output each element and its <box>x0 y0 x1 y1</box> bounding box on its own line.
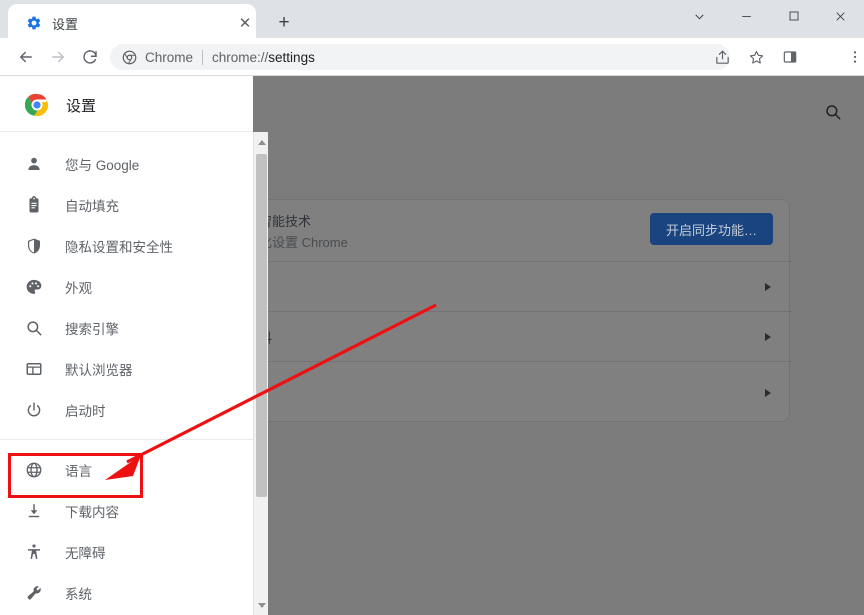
minimize-icon[interactable] <box>723 0 770 32</box>
sidebar-item-you-and-google[interactable]: 您与 Google <box>0 143 253 184</box>
sidebar-item-label: 启动时 <box>65 400 106 420</box>
sidebar-item-downloads[interactable]: 下载内容 <box>0 490 253 531</box>
page-title: 设置 <box>66 95 96 116</box>
omnibox-separator <box>202 50 203 65</box>
sidebar-item-label: 搜索引擎 <box>65 318 119 338</box>
search-icon[interactable] <box>822 101 844 123</box>
download-icon <box>24 501 44 521</box>
browser-window: 设置 ✕ + <box>0 0 864 615</box>
accessibility-icon <box>24 542 44 562</box>
sidebar-header: 设置 <box>0 76 253 132</box>
sidebar-item-autofill[interactable]: 自动填充 <box>0 184 253 225</box>
account-row[interactable]: 智能技术 化设置 Chrome 开启同步功能… <box>239 200 791 262</box>
table-row[interactable]: 料 <box>239 312 791 362</box>
table-row[interactable] <box>239 262 791 312</box>
turn-on-sync-button[interactable]: 开启同步功能… <box>650 213 773 245</box>
url-emphasis: settings <box>268 50 315 65</box>
sidebar-item-label: 外观 <box>65 277 92 297</box>
forward-button[interactable] <box>46 45 70 69</box>
sidebar-item-label: 下载内容 <box>65 501 119 521</box>
sidebar-scrollbar[interactable] <box>253 132 268 615</box>
tab-strip: 设置 ✕ + <box>0 0 864 38</box>
magnifier-icon <box>24 318 44 338</box>
wrench-icon <box>24 583 44 603</box>
sidebar-item-default-browser[interactable]: 默认浏览器 <box>0 348 253 389</box>
palette-icon <box>24 277 44 297</box>
settings-card: 智能技术 化设置 Chrome 开启同步功能… 料 <box>238 199 790 422</box>
chrome-icon <box>122 50 137 65</box>
sidebar-item-search-engine[interactable]: 搜索引擎 <box>0 307 253 348</box>
settings-sidebar: 设置 您与 Google <box>0 76 253 615</box>
sidebar-item-languages[interactable]: 语言 <box>0 449 253 490</box>
sidebar-item-label: 语言 <box>65 460 92 480</box>
sidebar-item-label: 隐私设置和安全性 <box>65 236 173 256</box>
bookmark-star-icon[interactable] <box>744 45 768 69</box>
table-row[interactable] <box>239 362 791 423</box>
reload-button[interactable] <box>78 45 102 69</box>
omnibox-brand: Chrome <box>145 50 193 65</box>
browser-tab-settings[interactable]: 设置 ✕ <box>8 4 256 38</box>
settings-page: 智能技术 化设置 Chrome 开启同步功能… 料 <box>0 76 864 615</box>
sidebar-item-appearance[interactable]: 外观 <box>0 266 253 307</box>
window-controls <box>676 0 864 32</box>
scroll-up-arrow-icon[interactable] <box>254 134 269 150</box>
close-window-icon[interactable] <box>817 0 864 32</box>
share-icon[interactable] <box>710 45 734 69</box>
sidebar-divider <box>0 439 253 440</box>
gear-icon <box>26 15 42 31</box>
sidebar-item-label: 您与 Google <box>65 154 139 174</box>
browser-toolbar: Chrome chrome://settings <box>0 38 864 76</box>
power-icon <box>24 400 44 420</box>
sidebar-item-accessibility[interactable]: 无障碍 <box>0 531 253 572</box>
clipboard-icon <box>24 195 44 215</box>
sidebar-list: 您与 Google 自动填充 <box>0 132 253 615</box>
sidebar-item-privacy-security[interactable]: 隐私设置和安全性 <box>0 225 253 266</box>
sidebar-item-system[interactable]: 系统 <box>0 572 253 613</box>
chevron-right-icon <box>765 333 771 341</box>
new-tab-button[interactable]: + <box>270 8 298 36</box>
chrome-logo <box>25 93 49 117</box>
side-panel-icon[interactable] <box>778 45 802 69</box>
address-bar[interactable]: Chrome chrome://settings <box>110 44 730 70</box>
sidebar-item-label: 无障碍 <box>65 542 106 562</box>
chevron-down-icon[interactable] <box>676 0 723 32</box>
scroll-down-arrow-icon[interactable] <box>254 597 269 613</box>
browser-menu-icon[interactable] <box>843 45 864 69</box>
scrollbar-thumb[interactable] <box>256 154 267 497</box>
tab-title: 设置 <box>52 14 78 33</box>
maximize-icon[interactable] <box>770 0 817 32</box>
account-line-2: 化设置 Chrome <box>259 232 348 251</box>
close-icon[interactable]: ✕ <box>236 14 254 32</box>
url-prefix: chrome:// <box>212 50 268 65</box>
browser-window-icon <box>24 359 44 379</box>
back-button[interactable] <box>14 45 38 69</box>
chevron-right-icon <box>765 389 771 397</box>
sidebar-item-label: 系统 <box>65 583 92 603</box>
omnibox-url: chrome://settings <box>212 50 315 65</box>
sidebar-item-label: 自动填充 <box>65 195 119 215</box>
person-icon <box>24 154 44 174</box>
sidebar-item-on-startup[interactable]: 启动时 <box>0 389 253 430</box>
shield-icon <box>24 236 44 256</box>
sidebar-item-label: 默认浏览器 <box>65 359 133 379</box>
globe-icon <box>24 460 44 480</box>
chevron-right-icon <box>765 283 771 291</box>
